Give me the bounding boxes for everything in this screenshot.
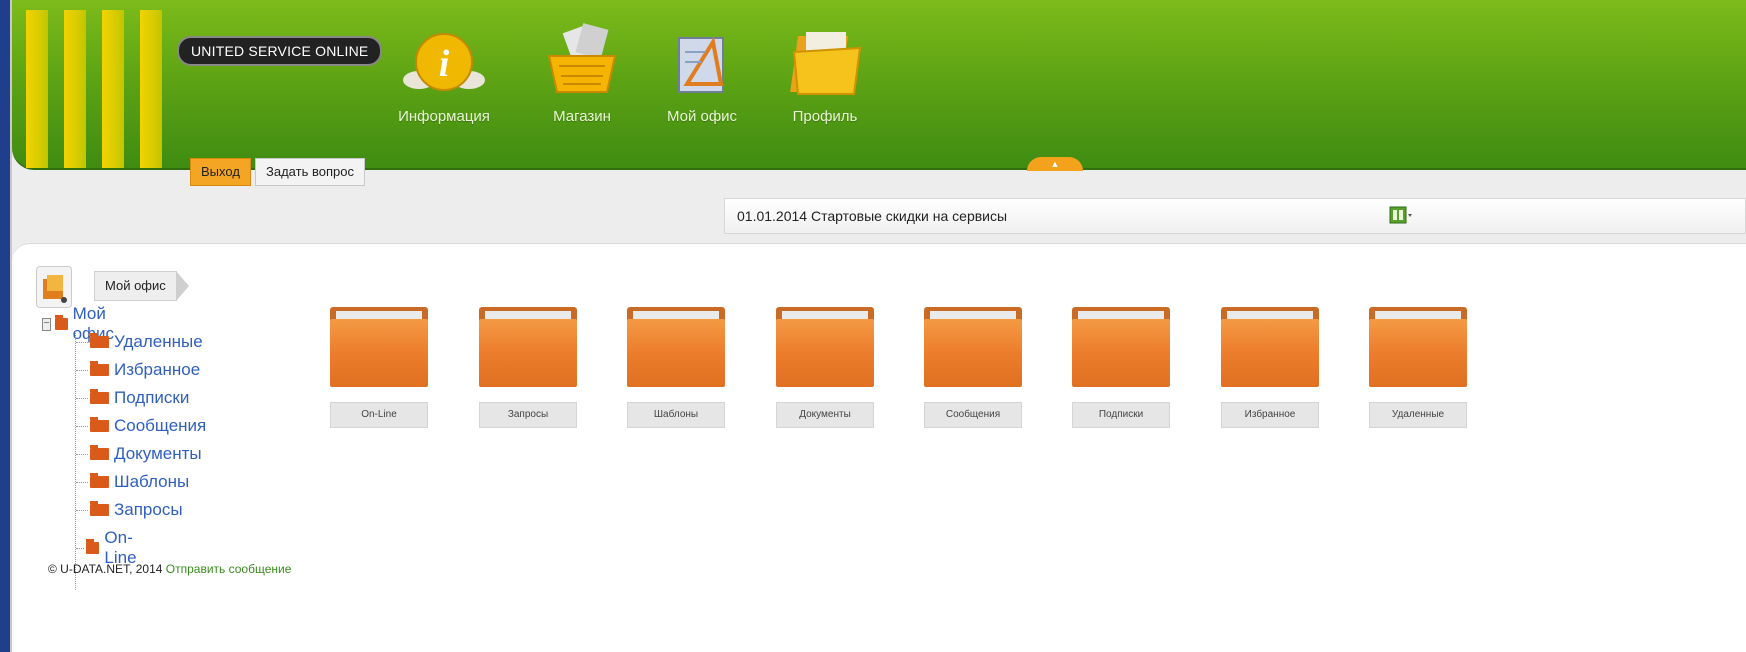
news-text: 01.01.2014 Стартовые скидки на сервисы [737,208,1008,224]
folder-messages[interactable]: Сообщения [924,307,1024,428]
brand-logo[interactable]: UNITED SERVICE ONLINE [177,36,383,66]
nav-info[interactable]: i Информация [384,22,504,125]
tree-item-requests[interactable]: Запросы [76,500,183,520]
folder-templates[interactable]: Шаблоны [627,307,727,428]
folder-icon [90,333,109,348]
folder-icon [627,307,725,389]
folder-icon [90,445,109,460]
folder-icon [90,417,109,432]
tree-item-templates[interactable]: Шаблоны [76,472,189,492]
tree-item-label: Удаленные [114,332,203,351]
copyright-text: © U-DATA.NET, 2014 [48,562,163,576]
tree-collapse-toggle[interactable]: − [42,317,52,331]
collapse-header-tab[interactable]: ▲ [1027,157,1083,171]
folder-stack-icon [43,275,67,303]
nav-shop[interactable]: Магазин [522,22,642,125]
tree-item-label: Шаблоны [114,472,190,491]
folder-label: Запросы [479,402,577,428]
folder-icon [330,307,428,389]
folder-icon [90,501,109,516]
folder-icon [1072,307,1170,389]
tree-item-label: Документы [114,444,202,463]
app-frame: UNITED SERVICE ONLINE i Информация Магаз… [10,0,1746,652]
nav-info-label: Информация [398,108,490,125]
folder-label: Сообщения [924,402,1022,428]
folder-label: Шаблоны [627,402,725,428]
office-icon [678,36,724,93]
folder-requests[interactable]: Запросы [479,307,579,428]
brand-stripes [26,10,176,168]
info-icon: i [403,33,485,91]
nav-profile-label: Профиль [792,108,858,125]
svg-text:i: i [439,43,450,85]
folder-icon [55,315,68,330]
office-shortcut-button[interactable] [36,266,72,308]
folder-deleted[interactable]: Удаленные [1369,307,1469,428]
news-ticker[interactable]: 01.01.2014 Стартовые скидки на сервисы [724,198,1746,234]
folder-icon [1221,307,1319,389]
folder-favorites[interactable]: Избранное [1221,307,1321,428]
nav-office[interactable]: Мой офис [642,22,762,125]
folder-icon [776,307,874,389]
shop-basket-icon [547,23,617,93]
header-bar: UNITED SERVICE ONLINE i Информация Магаз… [12,0,1746,171]
tree-item-messages[interactable]: Сообщения [76,416,206,436]
main-panel: Мой офис − Мой офис Удаленные Избранное … [12,243,1746,652]
ask-question-button[interactable]: Задать вопрос [255,158,365,186]
footer: © U-DATA.NET, 2014 Отправить сообщение [48,562,291,576]
tree-item-label: Избранное [114,360,201,379]
profile-folder-icon [790,32,862,95]
folder-label: Избранное [1221,402,1319,428]
tree-item-label: Запросы [114,500,183,519]
tree-item-label: Подписки [114,388,190,407]
folder-icon [1369,307,1467,389]
folder-label: Подписки [1072,402,1170,428]
folder-subscriptions[interactable]: Подписки [1072,307,1172,428]
nav-office-label: Мой офис [666,108,738,125]
nav-profile[interactable]: Профиль [765,22,885,125]
tree-item-documents[interactable]: Документы [76,444,202,464]
tree-item-favorites[interactable]: Избранное [76,360,200,380]
tree-item-deleted[interactable]: Удаленные [76,332,203,352]
folder-label: On-Line [330,402,428,428]
exit-button[interactable]: Выход [190,158,251,186]
folder-documents[interactable]: Документы [776,307,876,428]
folder-icon [90,473,109,488]
folder-icon [90,389,109,404]
breadcrumb[interactable]: Мой офис [94,271,189,301]
folder-label: Документы [776,402,874,428]
folder-online[interactable]: On-Line [330,307,430,428]
folder-icon [924,307,1022,389]
send-message-link[interactable]: Отправить сообщение [166,562,292,576]
folder-label: Удаленные [1369,402,1467,428]
tree-item-label: Сообщения [114,416,207,435]
tree-item-subscriptions[interactable]: Подписки [76,388,189,408]
folder-icon [90,361,109,376]
folder-icon [479,307,577,389]
nav-shop-label: Магазин [553,108,611,125]
layout-icon[interactable] [1389,205,1413,227]
folder-icon [86,539,100,554]
